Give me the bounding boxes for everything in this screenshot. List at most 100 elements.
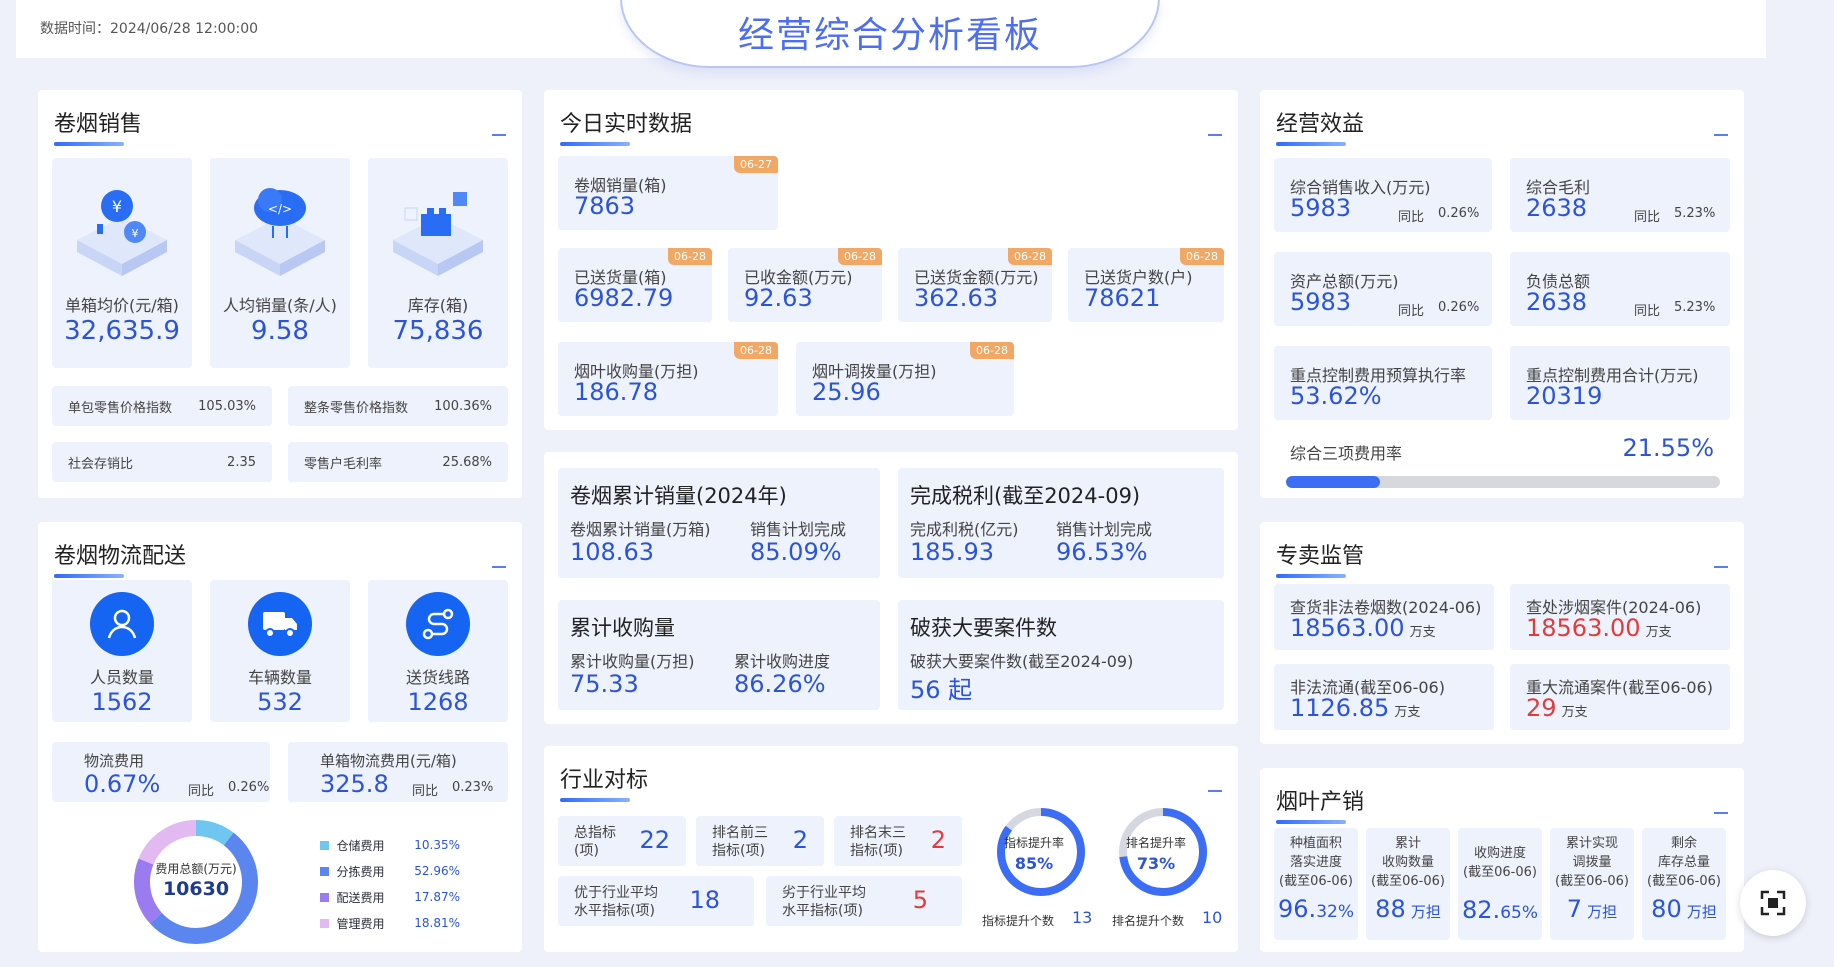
benefit-card: 重点控制费用合计(万元) 20319 xyxy=(1510,346,1730,420)
stat-value: 32,635.9 xyxy=(64,316,180,346)
benefit-value: 2638 xyxy=(1526,194,1588,222)
panel-cumulative: 卷烟累计销量(2024年) 卷烟累计销量(万箱) 108.63 销售计划完成 8… xyxy=(544,452,1238,724)
realtime-value: 25.96 xyxy=(812,378,881,406)
page-title: 经营综合分析看板 xyxy=(737,15,1042,56)
monopoly-card: 查处涉烟案件(2024-06) 18563.00 万支 xyxy=(1510,584,1730,650)
cumulative-card: 累计收购量 累计收购量(万担) 75.33 累计收购进度 86.26% xyxy=(558,600,880,710)
leaf-label: 剩余 库存总量 (截至06-06) xyxy=(1647,836,1721,889)
panel-dash xyxy=(1714,134,1728,136)
monopoly-value-row: 29 万支 xyxy=(1526,694,1588,722)
leaf-card: 累计 收购数量 (截至06-06) 88 万担 xyxy=(1366,828,1450,940)
cumulative-b-value: 85.09% xyxy=(750,538,842,566)
legend-pct: 10.35% xyxy=(414,838,460,852)
leaf-label: 种植面积 落实进度 (截至06-06) xyxy=(1279,836,1353,889)
cumulative-b-value: 96.53% xyxy=(1056,538,1148,566)
panel-benefit: 经营效益 综合销售收入(万元) 5983 同比 0.26% 综合毛利 2638 … xyxy=(1260,90,1744,498)
leaf-value-suffix: 32% xyxy=(1316,902,1354,922)
fee-label: 物流费用 xyxy=(84,752,145,770)
legend-name: 分拣费用 xyxy=(336,864,385,879)
stat-label: 库存(箱) xyxy=(407,296,469,315)
industry-value: 2 xyxy=(930,826,946,854)
monopoly-unit: 万支 xyxy=(1645,625,1672,640)
index-card: 单包零售价格指数 105.03% xyxy=(52,386,272,426)
cumulative-a-value: 185.93 xyxy=(910,538,994,566)
date-tag: 06-28 xyxy=(970,342,1014,359)
panel-dash xyxy=(492,566,506,568)
panel-industry: 行业对标 总指标 (项) 22 排名前三 指标(项) 2 排名末三 指标(项) … xyxy=(544,746,1238,952)
leaf-value: 7 xyxy=(1566,895,1583,923)
monopoly-card: 非法流通(截至06-06) 1126.85 万支 xyxy=(1274,664,1494,730)
monopoly-value: 18563.00 xyxy=(1526,614,1641,642)
stat-value: 75,836 xyxy=(392,316,484,346)
legend-swatch xyxy=(320,892,329,902)
rate-label: 综合三项费用率 xyxy=(1290,444,1403,463)
leaf-value-row: 96.32% xyxy=(1274,895,1358,923)
fee-value: 325.8 xyxy=(320,770,389,798)
donut-center-value: 10630 xyxy=(162,878,230,900)
industry-card: 劣于行业平均 水平指标(项) 5 xyxy=(766,876,962,926)
fullscreen-button[interactable] xyxy=(1740,870,1806,936)
stat-label: 人员数量 xyxy=(89,668,154,687)
index-value: 100.36% xyxy=(434,398,492,414)
panel-leaf: 烟叶产销 种植面积 落实进度 (截至06-06) 96.32% 累计 收购数量 … xyxy=(1260,768,1744,952)
cumulative-title: 卷烟累计销量(2024年) xyxy=(570,484,787,508)
stat-label: 送货线路 xyxy=(405,668,470,687)
benefit-value: 53.62% xyxy=(1290,382,1382,410)
panel-dash xyxy=(1714,566,1728,568)
cumulative-title: 破获大要案件数 xyxy=(910,616,1057,640)
fullscreen-icon xyxy=(1760,890,1786,916)
industry-label: 排名前三 指标(项) xyxy=(712,825,768,859)
index-card: 整条零售价格指数 100.36% xyxy=(288,386,508,426)
truck-icon xyxy=(248,592,312,656)
ring-foot-label: 排名提升个数 xyxy=(1112,914,1185,928)
panel-title: 经营效益 xyxy=(1276,106,1364,146)
cumulative-card: 完成税利(截至2024-09) 完成利税(亿元) 185.93 销售计划完成 9… xyxy=(898,468,1224,578)
yoy-label: 同比 xyxy=(1634,210,1661,225)
stat-card-inventory: 库存(箱) 75,836 xyxy=(368,158,508,368)
legend-pct: 17.87% xyxy=(414,890,460,904)
realtime-value: 7863 xyxy=(574,192,636,220)
date-tag: 06-28 xyxy=(1008,248,1052,265)
legend-name: 管理费用 xyxy=(336,916,385,931)
stat-card-vehicles: 车辆数量 532 xyxy=(210,580,350,722)
cumulative-a-value: 56 起 xyxy=(910,676,973,704)
cumulative-b-label: 销售计划完成 xyxy=(750,520,847,539)
industry-label: 劣于行业平均 水平指标(项) xyxy=(782,885,866,919)
yoy-value: 0.26% xyxy=(1438,206,1480,221)
industry-value: 22 xyxy=(639,826,670,854)
panel-dash xyxy=(1208,134,1222,136)
legend-item: 仓储费用 10.35% xyxy=(320,832,460,858)
leaf-value: 82. xyxy=(1462,896,1501,924)
panel-monopoly: 专卖监管 查货非法卷烟数(2024-06) 18563.00 万支 查处涉烟案件… xyxy=(1260,522,1744,744)
date-tag: 06-27 xyxy=(734,156,778,173)
industry-card: 优于行业平均 水平指标(项) 18 xyxy=(558,876,754,926)
legend-swatch xyxy=(320,918,329,928)
panel-title: 卷烟销售 xyxy=(54,106,142,146)
rate-progress-track xyxy=(1286,476,1720,488)
cumulative-b-label: 累计收购进度 xyxy=(734,652,831,671)
ring-title: 排名提升率 xyxy=(1125,836,1186,850)
benefit-card: 重点控制费用预算执行率 53.62% xyxy=(1274,346,1492,420)
stat-card-unit-price: ¥ ¥ 单箱均价(元/箱) 32,635.9 xyxy=(52,158,192,368)
industry-label: 排名末三 指标(项) xyxy=(850,825,906,859)
monopoly-card: 重大流通案件(截至06-06) 29 万支 xyxy=(1510,664,1730,730)
blocks-icon xyxy=(393,192,483,276)
ring-indicator: 指标提升率 85% xyxy=(986,804,1096,904)
data-time: 数据时间：2024/06/28 12:00:00 xyxy=(40,21,259,37)
leaf-value: 80 xyxy=(1651,895,1682,923)
leaf-card: 累计实现 调拨量 (截至06-06) 7 万担 xyxy=(1550,828,1634,940)
date-tag: 06-28 xyxy=(1180,248,1224,265)
panel-realtime: 今日实时数据 06-27 卷烟销量(箱) 7863 06-28 已送货量(箱) … xyxy=(544,90,1238,430)
stat-label: 车辆数量 xyxy=(247,668,312,687)
donut-slice-0 xyxy=(195,820,234,846)
panel-sales: 卷烟销售 ¥ ¥ 单箱均价(元/箱) 32,635.9 </> 人均销量(条/人… xyxy=(38,90,522,498)
realtime-card: 06-28 已收金额(万元) 92.63 xyxy=(728,248,882,322)
realtime-value: 6982.79 xyxy=(574,284,674,312)
leaf-label: 累计实现 调拨量 (截至06-06) xyxy=(1555,836,1629,889)
leaf-value-row: 88 万担 xyxy=(1366,895,1450,923)
ring-indicator: 排名提升率 73% xyxy=(1108,804,1218,904)
index-label: 单包零售价格指数 xyxy=(68,400,173,416)
index-card: 社会存销比 2.35 xyxy=(52,442,272,482)
monopoly-card: 查货非法卷烟数(2024-06) 18563.00 万支 xyxy=(1274,584,1494,650)
panel-dash xyxy=(1208,790,1222,792)
